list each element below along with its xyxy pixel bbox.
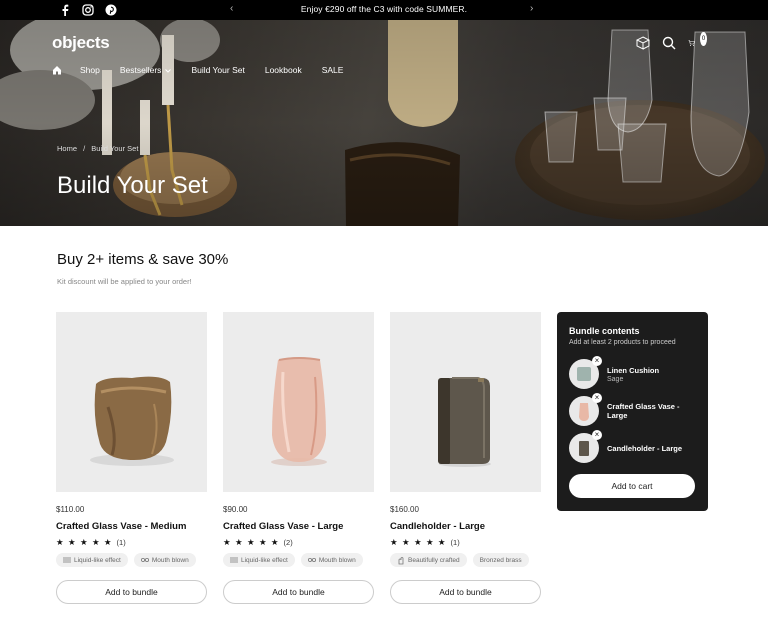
glassblowing-icon	[140, 557, 149, 563]
nav-item-build-your-set[interactable]: Build Your Set	[191, 65, 244, 75]
bundle-item: × Linen Cushion Sage	[569, 356, 699, 389]
wave-lines-icon	[63, 557, 71, 563]
hand-icon	[397, 557, 405, 565]
hero-banner: objects Shop Bestsellers Build Your Set …	[0, 20, 768, 226]
add-to-bundle-button[interactable]: Add to bundle	[223, 580, 374, 604]
breadcrumb-home[interactable]: Home	[57, 144, 77, 153]
review-count: (1)	[450, 538, 460, 547]
product-tags: Beautifully crafted Bronzed brass	[390, 553, 529, 567]
star-rating-icon: ★ ★ ★ ★ ★	[56, 537, 113, 547]
product-card: $90.00 Crafted Glass Vase - Large ★ ★ ★ …	[223, 312, 374, 604]
nav-item-shop[interactable]: Shop	[80, 65, 100, 75]
tag-liquid-like: Liquid-like effect	[223, 553, 295, 567]
bundle-subtitle: Add at least 2 products to proceed	[569, 339, 676, 346]
product-image[interactable]	[223, 312, 374, 492]
wave-lines-icon	[230, 557, 238, 563]
announcement-next-arrow[interactable]: ›	[530, 3, 533, 14]
product-tags: Liquid-like effect Mouth blown	[56, 553, 196, 567]
bundle-item-thumbnail: ×	[569, 430, 602, 463]
bundle-title: Bundle contents	[569, 326, 640, 336]
bundle-panel: Bundle contents Add at least 2 products …	[557, 312, 708, 511]
tag-mouth-blown: Mouth blown	[133, 553, 196, 567]
cart-count-badge: 0	[700, 32, 707, 46]
product-price: $160.00	[390, 505, 419, 514]
home-icon[interactable]	[52, 65, 62, 75]
bundle-item-variant: Sage	[607, 375, 624, 383]
announcement-text: Enjoy €290 off the C3 with code SUMMER.	[300, 4, 468, 14]
product-image[interactable]	[390, 312, 541, 492]
product-price: $90.00	[223, 505, 248, 514]
announcement-bar: ‹ Enjoy €290 off the C3 with code SUMMER…	[0, 0, 768, 20]
site-logo[interactable]: objects	[52, 33, 110, 53]
add-to-bundle-button[interactable]: Add to bundle	[390, 580, 541, 604]
product-rating: ★ ★ ★ ★ ★ (1)	[56, 537, 126, 548]
nav-item-bestsellers[interactable]: Bestsellers	[120, 65, 172, 75]
add-to-bundle-button[interactable]: Add to bundle	[56, 580, 207, 604]
review-count: (1)	[116, 538, 126, 547]
main-nav: Shop Bestsellers Build Your Set Lookbook…	[52, 65, 363, 75]
cart-icon[interactable]: 0	[688, 32, 707, 50]
box-icon[interactable]	[636, 36, 650, 50]
product-rating: ★ ★ ★ ★ ★ (1)	[390, 537, 460, 548]
breadcrumb-separator: /	[83, 144, 86, 153]
remove-item-icon[interactable]: ×	[592, 430, 602, 440]
product-name[interactable]: Candleholder - Large	[390, 521, 485, 532]
breadcrumb-current: Build Your Set	[91, 144, 139, 153]
bundle-item-thumbnail: ×	[569, 356, 602, 389]
breadcrumb: Home / Build Your Set	[57, 144, 142, 153]
review-count: (2)	[283, 538, 293, 547]
star-rating-icon: ★ ★ ★ ★ ★	[223, 537, 280, 547]
bundle-item-thumbnail: ×	[569, 393, 602, 426]
add-to-cart-button[interactable]: Add to cart	[569, 474, 695, 498]
product-name[interactable]: Crafted Glass Vase - Medium	[56, 521, 186, 532]
bundle-item: × Candleholder - Large	[569, 430, 699, 463]
tag-bronzed-brass: Bronzed brass	[472, 553, 529, 567]
nav-item-sale[interactable]: SALE	[322, 65, 344, 75]
bundle-item-name: Candleholder - Large	[607, 443, 683, 453]
product-price: $110.00	[56, 505, 85, 514]
section-subtitle: Kit discount will be applied to your ord…	[57, 277, 192, 286]
product-tags: Liquid-like effect Mouth blown	[223, 553, 363, 567]
search-icon[interactable]	[662, 36, 676, 50]
bundle-item-name: Linen Cushion	[607, 365, 660, 375]
glassblowing-icon	[307, 557, 316, 563]
product-card: $160.00 Candleholder - Large ★ ★ ★ ★ ★ (1…	[390, 312, 541, 604]
tag-liquid-like: Liquid-like effect	[56, 553, 128, 567]
nav-item-lookbook[interactable]: Lookbook	[265, 65, 302, 75]
product-name[interactable]: Crafted Glass Vase - Large	[223, 521, 343, 532]
remove-item-icon[interactable]: ×	[592, 393, 602, 403]
product-card: $110.00 Crafted Glass Vase - Medium ★ ★ …	[56, 312, 207, 604]
tag-mouth-blown: Mouth blown	[300, 553, 363, 567]
page-title: Build Your Set	[57, 172, 208, 199]
bundle-item: × Crafted Glass Vase - Large	[569, 393, 699, 426]
section-title: Buy 2+ items & save 30%	[57, 251, 229, 268]
product-rating: ★ ★ ★ ★ ★ (2)	[223, 537, 293, 548]
star-rating-icon: ★ ★ ★ ★ ★	[390, 537, 447, 547]
bundle-item-name: Crafted Glass Vase - Large	[607, 402, 680, 420]
remove-item-icon[interactable]: ×	[592, 356, 602, 366]
tag-beautifully-crafted: Beautifully crafted	[390, 553, 467, 567]
product-image[interactable]	[56, 312, 207, 492]
chevron-down-icon	[165, 65, 172, 75]
header-icons: 0	[636, 32, 707, 50]
